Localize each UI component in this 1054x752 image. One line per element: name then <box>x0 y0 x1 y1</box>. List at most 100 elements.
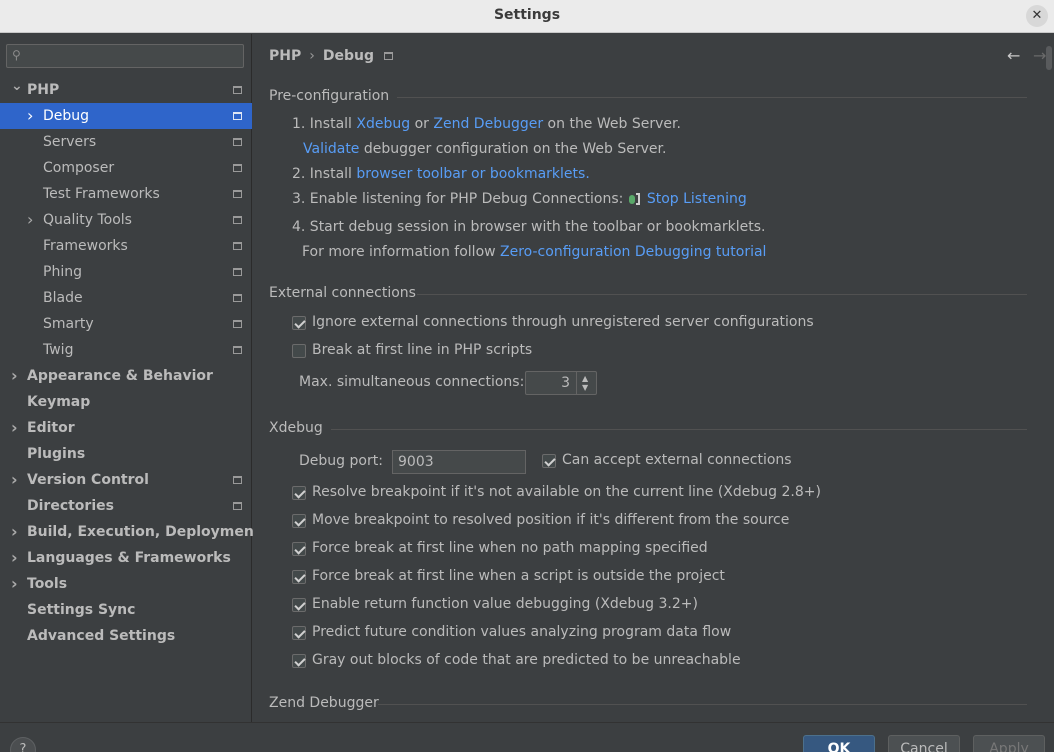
main-panel: PHP › Debug ← → Pre-configuration 1. Insta… <box>253 34 1054 722</box>
sidebar-item-label: Frameworks <box>43 238 128 254</box>
ignore-external-checkbox[interactable] <box>292 316 306 330</box>
sidebar-item-label: Appearance & Behavior <box>27 368 213 384</box>
project-level-icon <box>233 268 242 276</box>
validate-suffix: debugger configuration on the Web Server… <box>359 141 667 157</box>
chevron-right-icon[interactable]: › <box>27 103 33 129</box>
sidebar-item-label: Smarty <box>43 316 94 332</box>
chevron-down-icon[interactable]: ⌄ <box>11 73 23 99</box>
browser-toolbar-link[interactable]: browser toolbar or bookmarklets. <box>356 166 589 182</box>
sidebar-item-label: Debug <box>43 108 90 124</box>
project-level-icon <box>233 164 242 172</box>
xdebug-option-label: Predict future condition values analyzin… <box>312 624 732 640</box>
help-button[interactable]: ? <box>10 737 36 752</box>
stepper-down-icon[interactable]: ▼ <box>582 383 588 392</box>
close-icon[interactable]: ✕ <box>1026 5 1048 27</box>
sidebar-item-advanced-settings[interactable]: Advanced Settings <box>0 623 252 649</box>
ok-button[interactable]: OK <box>803 735 875 752</box>
xdebug-option-checkbox[interactable] <box>292 570 306 584</box>
sidebar-item-smarty[interactable]: Smarty <box>0 311 252 337</box>
zend-section-title: Zend Debugger <box>269 695 379 711</box>
xdebug-option-checkbox[interactable] <box>292 542 306 556</box>
step2-text: 2. Install browser toolbar or bookmarkle… <box>292 166 590 182</box>
sidebar-item-debug[interactable]: › Debug <box>0 103 252 129</box>
sidebar-item-frameworks[interactable]: Frameworks <box>0 233 252 259</box>
project-level-icon <box>233 190 242 198</box>
sidebar-item-label: Test Frameworks <box>43 186 160 202</box>
sidebar-item-twig[interactable]: Twig <box>0 337 252 363</box>
chevron-right-icon[interactable]: › <box>11 467 18 493</box>
title-bar: Settings ✕ <box>0 0 1054 33</box>
tutorial-link[interactable]: Zero-configuration Debugging tutorial <box>500 244 766 260</box>
search-input[interactable]: ⚲ <box>6 44 244 68</box>
xdebug-option-checkbox[interactable] <box>292 598 306 612</box>
sidebar-item-quality-tools[interactable]: › Quality Tools <box>0 207 252 233</box>
chevron-right-icon[interactable]: › <box>11 571 18 597</box>
stop-listening-link[interactable]: Stop Listening <box>647 191 747 207</box>
sidebar-item-keymap[interactable]: Keymap <box>0 389 252 415</box>
sidebar-item-servers[interactable]: Servers <box>0 129 252 155</box>
more-info-prefix: For more information follow <box>302 244 501 260</box>
breadcrumb-separator: › <box>309 48 315 64</box>
project-level-icon <box>233 346 242 354</box>
project-level-icon <box>233 476 242 484</box>
max-connections-stepper[interactable]: 3 ▲ ▼ <box>525 371 597 395</box>
sidebar-item-build-execution-deployment[interactable]: › Build, Execution, Deployment <box>0 519 261 545</box>
cancel-button[interactable]: Cancel <box>888 735 960 752</box>
stepper-buttons[interactable]: ▲ ▼ <box>576 372 596 394</box>
break-first-line-checkbox[interactable] <box>292 344 306 358</box>
validate-link[interactable]: Validate <box>303 141 359 157</box>
sidebar-item-plugins[interactable]: Plugins <box>0 441 252 467</box>
chevron-right-icon[interactable]: › <box>27 207 33 233</box>
sidebar-item-label: Blade <box>43 290 83 306</box>
accept-external-checkbox[interactable] <box>542 454 556 468</box>
xdebug-option-checkbox[interactable] <box>292 514 306 528</box>
debug-port-input[interactable]: 9003 <box>392 450 526 474</box>
chevron-right-icon[interactable]: › <box>11 545 18 571</box>
apply-button[interactable]: Apply <box>973 735 1045 752</box>
break-first-line-label: Break at first line in PHP scripts <box>312 342 533 358</box>
sidebar-item-label: Settings Sync <box>27 602 136 618</box>
step3-prefix: 3. Enable listening for PHP Debug Connec… <box>292 191 628 207</box>
chevron-right-icon[interactable]: › <box>11 363 18 389</box>
sidebar-item-label: Composer <box>43 160 115 176</box>
chevron-right-icon[interactable]: › <box>11 519 18 545</box>
sidebar-item-editor[interactable]: › Editor <box>0 415 252 441</box>
breadcrumb: PHP › Debug <box>269 48 393 64</box>
xdebug-option-label: Force break at first line when no path m… <box>312 540 708 556</box>
sidebar-item-phing[interactable]: Phing <box>0 259 252 285</box>
sidebar-item-label: Phing <box>43 264 82 280</box>
step2-prefix: 2. Install <box>292 166 357 182</box>
stepper-up-icon[interactable]: ▲ <box>582 374 588 383</box>
back-arrow-icon[interactable]: ← <box>1007 46 1020 65</box>
sidebar-item-directories[interactable]: Directories <box>0 493 252 519</box>
xdebug-option-label: Enable return function value debugging (… <box>312 596 698 612</box>
max-connections-value: 3 <box>561 375 570 391</box>
forward-arrow-icon[interactable]: → <box>1033 46 1046 65</box>
sidebar-item-label: Tools <box>27 576 68 592</box>
section-divider <box>417 294 1027 295</box>
sidebar-item-label: Advanced Settings <box>27 628 176 644</box>
sidebar-item-tools[interactable]: › Tools <box>0 571 252 597</box>
sidebar-item-settings-sync[interactable]: Settings Sync <box>0 597 252 623</box>
sidebar-item-label: Build, Execution, Deployment <box>27 524 261 540</box>
xdebug-option-checkbox[interactable] <box>292 626 306 640</box>
sidebar-item-composer[interactable]: Composer <box>0 155 252 181</box>
xdebug-option-checkbox[interactable] <box>292 486 306 500</box>
sidebar-item-appearance-behavior[interactable]: › Appearance & Behavior <box>0 363 252 389</box>
sidebar-item-test-frameworks[interactable]: Test Frameworks <box>0 181 252 207</box>
xdebug-section-title: Xdebug <box>269 420 323 436</box>
sidebar-item-blade[interactable]: Blade <box>0 285 252 311</box>
zend-debugger-link[interactable]: Zend Debugger <box>433 116 543 132</box>
external-section-title: External connections <box>269 285 416 301</box>
scrollbar[interactable] <box>1046 46 1052 70</box>
sidebar-item-php[interactable]: ⌄ PHP <box>0 77 252 103</box>
sidebar-item-label: Keymap <box>27 394 91 410</box>
xdebug-link[interactable]: Xdebug <box>356 116 410 132</box>
xdebug-option-label: Gray out blocks of code that are predict… <box>312 652 741 668</box>
settings-sidebar: ⚲ ⌄ PHP › Debug Servers Composer Test Framewor… <box>0 34 261 752</box>
sidebar-item-languages-frameworks[interactable]: › Languages & Frameworks <box>0 545 252 571</box>
xdebug-option-label: Move breakpoint to resolved position if … <box>312 512 790 528</box>
chevron-right-icon[interactable]: › <box>11 415 18 441</box>
xdebug-option-checkbox[interactable] <box>292 654 306 668</box>
sidebar-item-version-control[interactable]: › Version Control <box>0 467 252 493</box>
